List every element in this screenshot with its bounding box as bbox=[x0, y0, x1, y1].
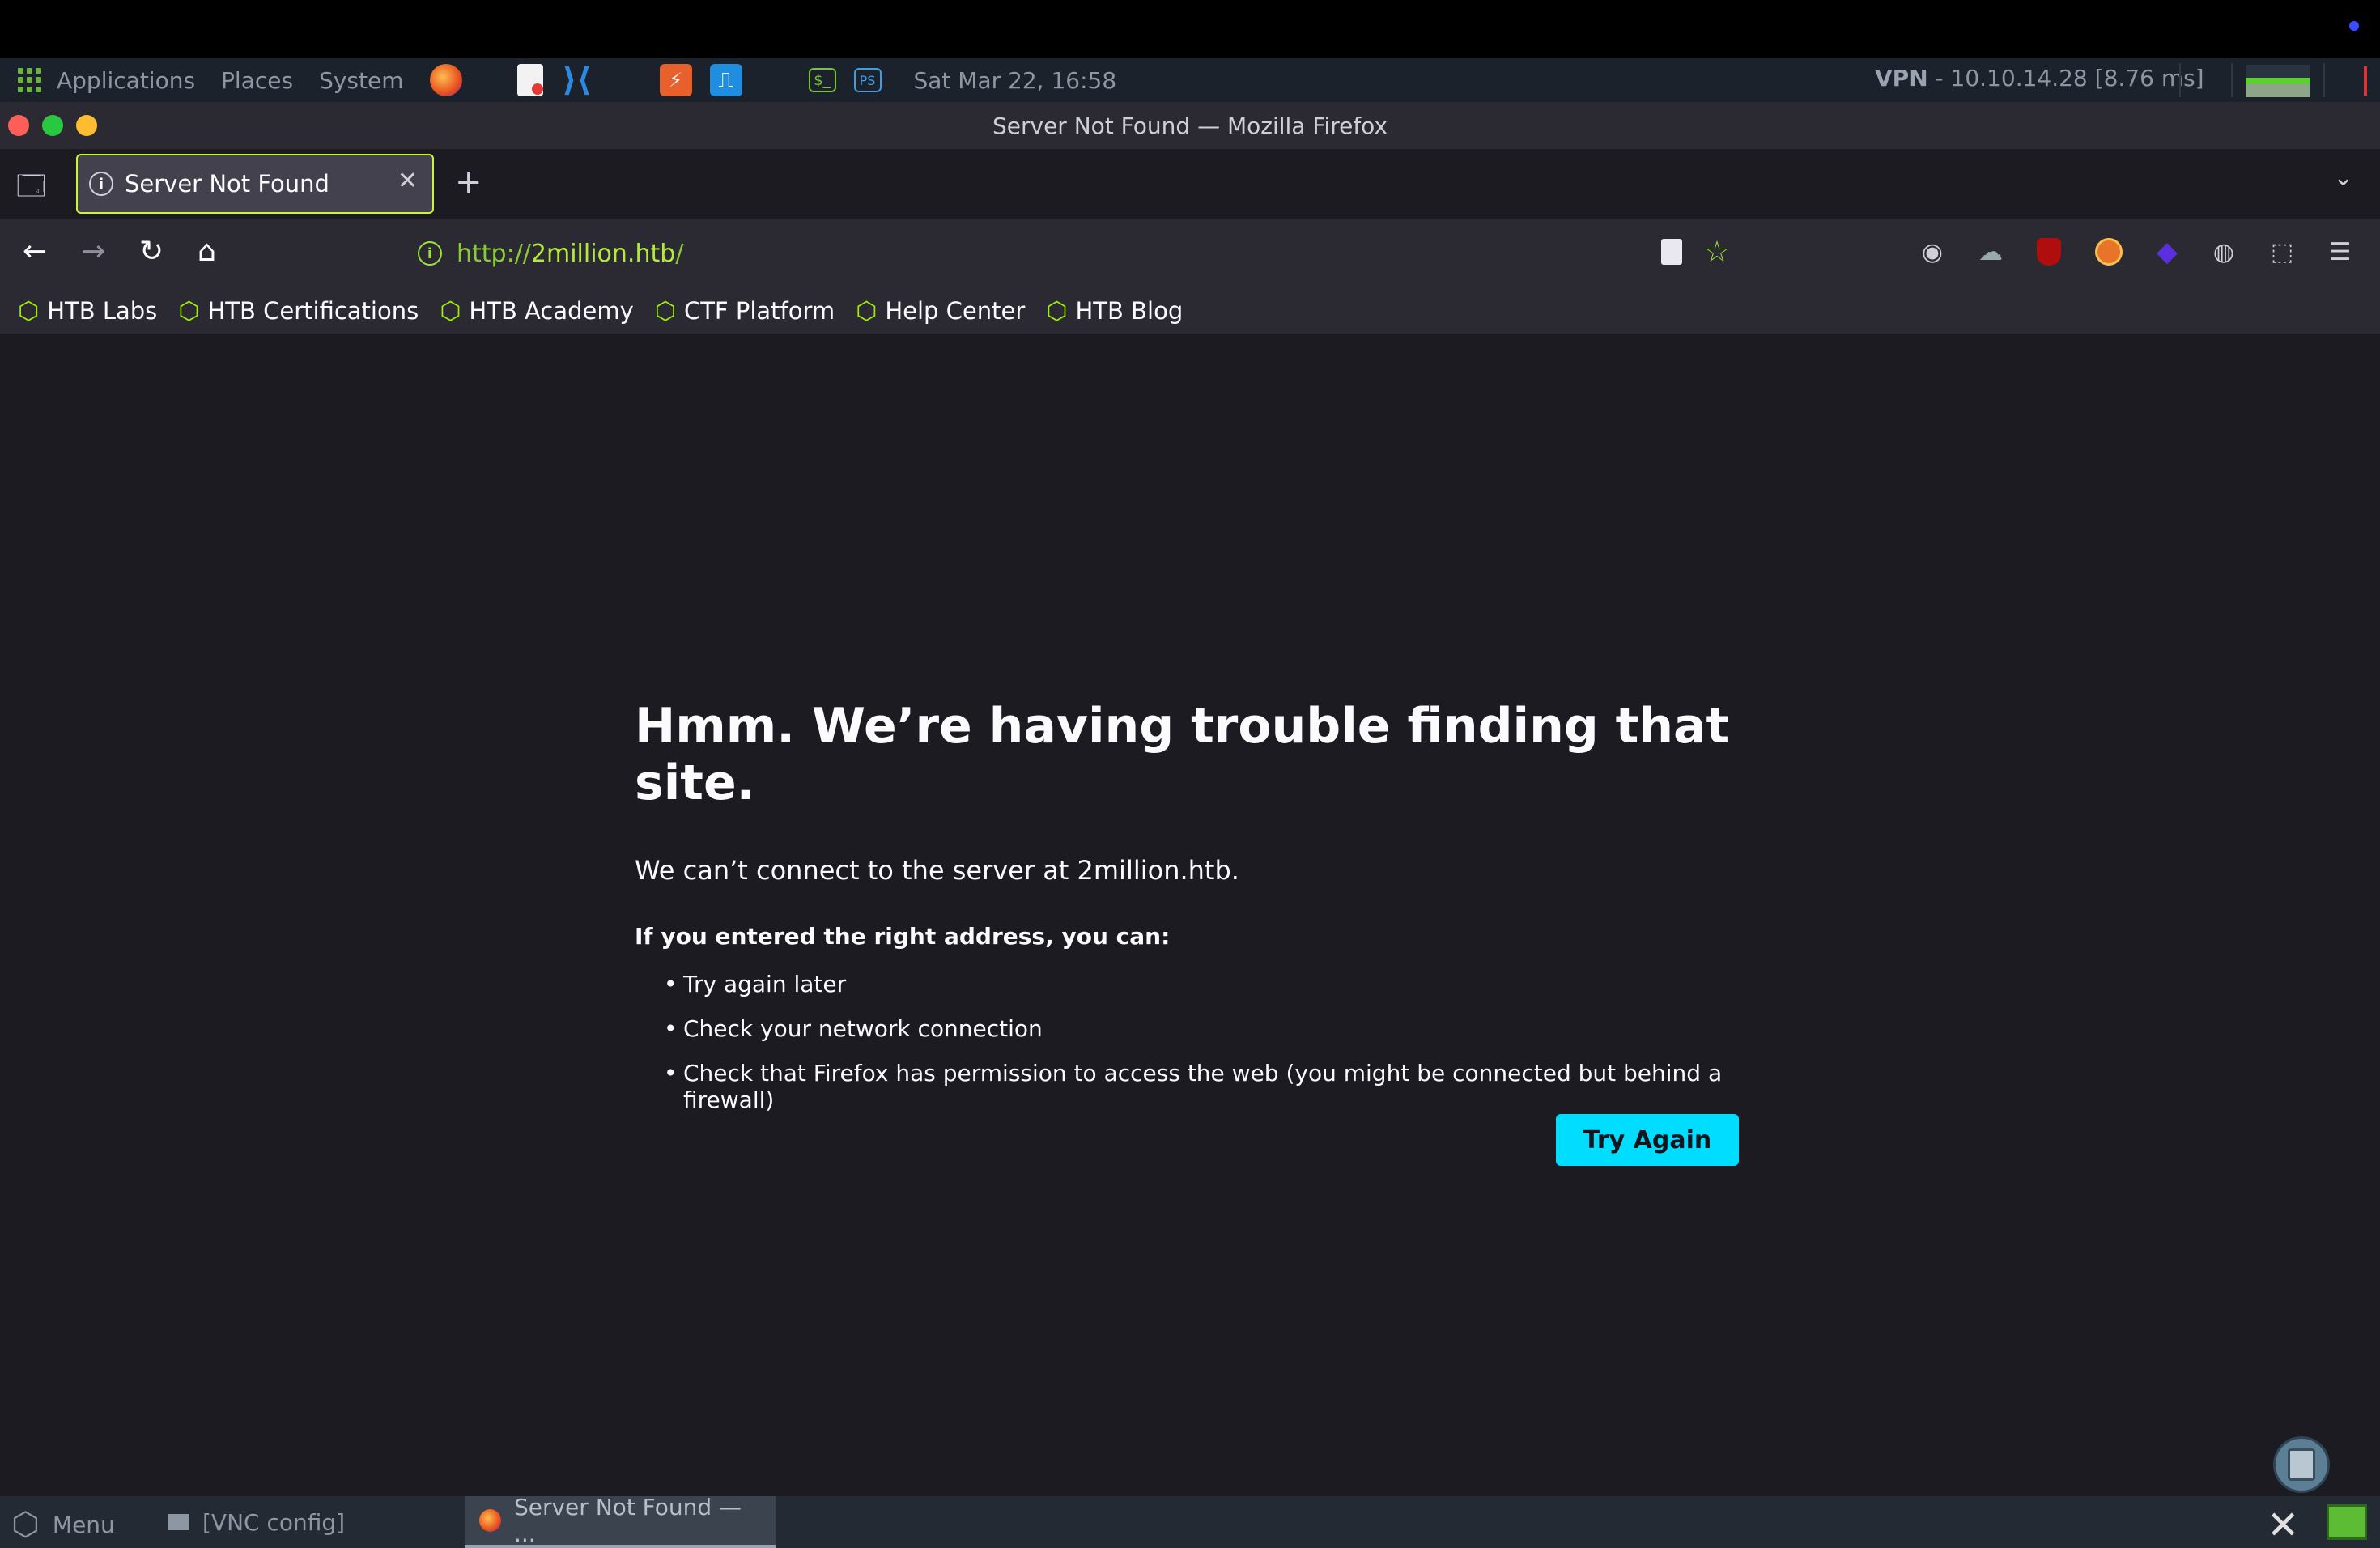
menu-places[interactable]: Places bbox=[221, 67, 293, 94]
list-all-tabs-icon[interactable]: ⌄ bbox=[2333, 164, 2353, 192]
htb-cube-icon: ⬡ bbox=[654, 296, 676, 325]
bookmark-htb-labs[interactable]: ⬡ HTB Labs bbox=[18, 297, 157, 325]
terminal-launcher-icon[interactable]: $_ bbox=[808, 68, 836, 92]
tab-title: Server Not Found bbox=[125, 170, 329, 198]
ublock-origin-icon[interactable] bbox=[2030, 233, 2068, 270]
text-editor-launcher-icon[interactable] bbox=[516, 64, 543, 96]
firefox-view-icon[interactable]: 🗔 bbox=[16, 167, 46, 213]
network-monitor bbox=[2246, 65, 2310, 97]
htb-cube-icon: ⬡ bbox=[856, 296, 878, 325]
htb-cube-icon: ⬡ bbox=[178, 296, 200, 325]
back-button[interactable]: ← bbox=[23, 235, 47, 268]
task-vnc-config[interactable]: [VNC config] bbox=[154, 1496, 359, 1548]
suggestion-list: Try again later Check your network conne… bbox=[664, 971, 1784, 1113]
powershell-launcher-icon[interactable]: PS bbox=[853, 68, 882, 92]
try-again-button[interactable]: Try Again bbox=[1556, 1114, 1739, 1166]
window-title-bar: Server Not Found — Mozilla Firefox bbox=[0, 102, 2380, 149]
site-info-icon[interactable]: i bbox=[418, 241, 442, 266]
account-icon[interactable]: ◉ bbox=[1914, 233, 1951, 270]
url-scheme: http:// bbox=[457, 239, 531, 268]
window-icon bbox=[168, 1514, 189, 1530]
burp-launcher-icon[interactable]: ⚡ bbox=[659, 64, 692, 96]
task-firefox[interactable]: Server Not Found — ... bbox=[465, 1494, 776, 1548]
error-description: We can’t connect to the server at 2milli… bbox=[635, 855, 1239, 886]
bookmark-star-icon[interactable]: ☆ bbox=[1698, 233, 1736, 270]
bookmarks-toolbar: ⬡ HTB Labs ⬡ HTB Certifications ⬡ HTB Acade… bbox=[0, 288, 2380, 334]
panel-separator bbox=[2231, 63, 2233, 97]
bookmark-help-center[interactable]: ⬡ Help Center bbox=[856, 297, 1025, 325]
taskbar: ⬡ Menu [VNC config] Server Not Found — .… bbox=[0, 1494, 2380, 1548]
vmware-launcher-icon[interactable]: ⎍ bbox=[709, 64, 742, 96]
home-button[interactable]: ⌂ bbox=[198, 235, 216, 268]
clipboard-float-button[interactable] bbox=[2273, 1436, 2330, 1493]
bookmark-ctf-platform[interactable]: ⬡ CTF Platform bbox=[655, 297, 835, 325]
panel-clock: Sat Mar 22, 16:58 bbox=[913, 66, 1117, 94]
clipboard-icon bbox=[2288, 1448, 2315, 1481]
htb-cube-icon: ⬡ bbox=[1046, 296, 1068, 325]
screen-top-bar bbox=[0, 0, 2380, 58]
panel-separator bbox=[2179, 63, 2181, 97]
bookmark-htb-academy[interactable]: ⬡ HTB Academy bbox=[440, 297, 634, 325]
forward-button[interactable]: → bbox=[81, 235, 105, 268]
cube-icon: ⬡ bbox=[11, 1506, 40, 1543]
error-subheading: If you entered the right address, you ca… bbox=[635, 923, 1171, 950]
error-container: Hmm. We’re having trouble finding that s… bbox=[635, 698, 1784, 1131]
tab-server-not-found[interactable]: i Server Not Found ✕ bbox=[76, 154, 434, 214]
htb-cube-icon: ⬡ bbox=[18, 296, 40, 325]
panel-separator bbox=[2323, 63, 2325, 97]
info-icon: i bbox=[89, 172, 113, 196]
list-item: Check your network connection bbox=[664, 1015, 1784, 1042]
wappalyzer-icon[interactable]: ◆ bbox=[2148, 233, 2186, 270]
reader-view-icon[interactable] bbox=[1653, 233, 1690, 270]
window-title: Server Not Found — Mozilla Firefox bbox=[992, 112, 1388, 139]
url-bar[interactable]: i http://2million.htb / bbox=[405, 228, 1757, 279]
vpn-indicator: VPN - 10.10.14.28 [8.76 ms] bbox=[1875, 65, 2204, 91]
list-item: Check that Firefox has permission to acc… bbox=[664, 1060, 1784, 1113]
htb-cube-icon: ⬡ bbox=[440, 296, 461, 325]
vscode-launcher-icon[interactable]: ⟩⟨ bbox=[561, 62, 593, 99]
tab-strip: 🗔 i Server Not Found ✕ + ⌄ bbox=[0, 149, 2380, 219]
firefox-icon bbox=[479, 1509, 501, 1532]
hamburger-menu-icon[interactable]: ☰ bbox=[2322, 233, 2359, 270]
cookie-editor-icon[interactable]: ◍ bbox=[2205, 233, 2242, 270]
bookmark-htb-certifications[interactable]: ⬡ HTB Certifications bbox=[178, 297, 419, 325]
url-host: 2million.htb bbox=[530, 239, 676, 268]
list-item: Try again later bbox=[664, 971, 1784, 997]
error-title: Hmm. We’re having trouble finding that s… bbox=[635, 698, 1730, 811]
extensions-puzzle-icon[interactable]: ⬚ bbox=[2263, 233, 2301, 270]
menu-applications[interactable]: Applications bbox=[57, 67, 195, 94]
firefox-launcher-icon[interactable] bbox=[429, 64, 462, 96]
reload-button[interactable]: ↻ bbox=[139, 235, 164, 268]
menu-system[interactable]: System bbox=[319, 67, 403, 94]
system-panel: Applications Places System ⟩⟨ ⚡ ⎍ $_ PS … bbox=[0, 58, 2380, 102]
app-grid-icon[interactable] bbox=[18, 68, 42, 92]
extension-cloud-icon[interactable]: ☁ bbox=[1972, 233, 2009, 270]
new-tab-button[interactable]: + bbox=[455, 164, 482, 201]
url-path: / bbox=[675, 239, 684, 268]
foxyproxy-icon[interactable] bbox=[2090, 233, 2127, 270]
minimize-window-button[interactable] bbox=[76, 115, 97, 136]
close-window-button[interactable] bbox=[8, 115, 29, 136]
workspace-indicator[interactable] bbox=[2327, 1504, 2367, 1540]
page-content: Hmm. We’re having trouble finding that s… bbox=[0, 334, 2380, 1496]
close-tab-icon[interactable]: ✕ bbox=[397, 167, 418, 195]
maximize-window-button[interactable] bbox=[42, 115, 63, 136]
bookmark-htb-blog[interactable]: ⬡ HTB Blog bbox=[1046, 297, 1183, 325]
navigation-toolbar: ← → ↻ ⌂ i http://2million.htb / ☆ ◉ ☁ ◆ ◍… bbox=[0, 219, 2380, 288]
status-dot bbox=[2349, 21, 2359, 31]
cpu-monitor bbox=[2364, 66, 2367, 96]
start-menu-button[interactable]: ⬡ Menu bbox=[11, 1506, 115, 1543]
menu-label: Menu bbox=[52, 1511, 115, 1538]
close-icon[interactable]: ✕ bbox=[2267, 1503, 2299, 1548]
